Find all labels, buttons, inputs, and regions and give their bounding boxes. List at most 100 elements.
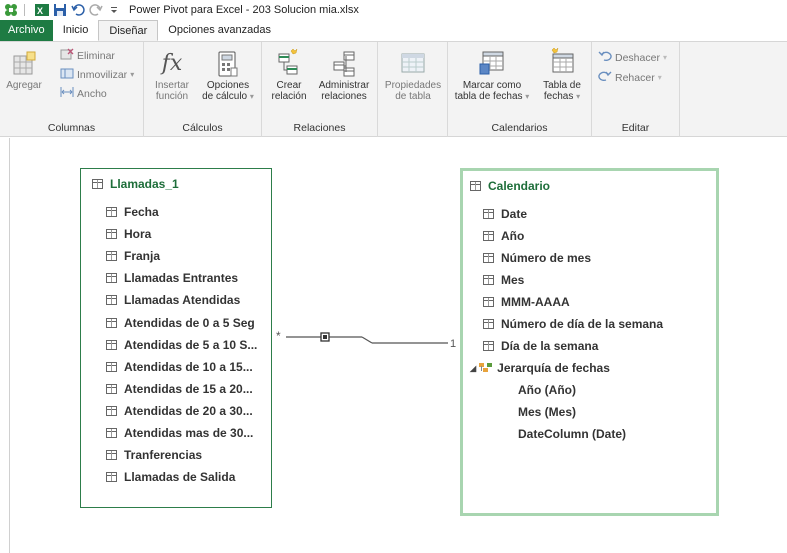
column-icon [483,275,494,285]
insertar-label-1: Insertar [155,80,189,91]
inmovilizar-label: Inmovilizar [77,68,128,81]
opciones-dropdown-icon: ▾ [249,92,254,101]
field-label: Fecha [124,205,159,219]
field-row[interactable]: Llamadas de Salida [106,470,235,484]
hierarchy-level[interactable]: DateColumn (Date) [518,427,626,441]
field-label: Atendidas de 10 a 15... [124,359,253,374]
opciones-calculo-button[interactable]: Opciones de cálculo ▾ [198,50,258,102]
propiedades-label-1: Propiedades [384,80,442,91]
field-row[interactable]: Llamadas Atendidas [106,293,240,307]
hierarchy-level-label: Mes (Mes) [518,405,577,419]
canvas-left-border [9,138,10,553]
hierarchy-level-label: Año (Año) [518,383,576,397]
tab-archivo[interactable]: Archivo [0,20,53,41]
rehacer-button[interactable]: Rehacer ▾ [598,70,662,85]
tab-disenar[interactable]: Diseñar [98,20,159,41]
tabla-fechas-dropdown-icon: ▾ [576,92,581,101]
ancho-button[interactable]: Ancho [60,86,107,101]
inmovilizar-button[interactable]: Inmovilizar ▾ [60,67,134,82]
table-calendario-name: Calendario [488,179,551,193]
ancho-label: Ancho [77,87,107,100]
ribbon: Agregar Eliminar Inmovilizar ▾ Ancho Col… [0,41,787,137]
field-row[interactable]: Número de día de la semana [483,317,663,331]
save-icon[interactable] [53,3,67,17]
column-icon [483,297,494,307]
opciones-label-1: Opciones [206,80,250,91]
marcar-tabla-fechas-button[interactable]: Marcar como tabla de fechas ▾ [452,48,532,102]
column-icon [483,209,494,219]
column-icon [106,405,117,416]
field-label: Mes [501,273,525,287]
opciones-label-2: de cálculo [202,91,248,102]
undo-icon[interactable] [71,3,85,17]
editar-group-label: Editar [621,122,650,134]
deshacer-button[interactable]: Deshacer ▾ [598,50,667,65]
table-calendario-title[interactable]: Calendario [470,179,550,193]
field-row[interactable]: Franja [106,249,160,263]
marcar-label-2: tabla de fechas [454,91,523,102]
table-calendario[interactable]: Calendario Date Año Número de mes Mes MMM-AA… [460,168,719,516]
field-label: Atendidas de 15 a 20... [124,381,253,396]
field-row[interactable]: Año [483,229,524,243]
field-row[interactable]: Atendidas mas de 30... [106,426,253,440]
field-row[interactable]: Fecha [106,205,159,219]
field-row[interactable]: Atendidas de 10 a 15... [106,360,253,374]
field-row[interactable]: Día de la semana [483,339,598,353]
column-icon [106,295,117,306]
column-icon [483,253,494,263]
field-label: Atendidas mas de 30... [124,426,254,440]
hierarchy-level[interactable]: Mes (Mes) [518,405,576,419]
tab-inicio[interactable]: Inicio [53,20,99,41]
relationship-line[interactable]: * 1 [272,328,462,358]
field-label: Atendidas de 0 a 5 Seg [124,315,255,330]
propiedades-tabla-button[interactable]: Propiedades de tabla [382,48,444,102]
agregar-button[interactable]: Agregar [4,50,44,91]
undo-icon [598,50,612,65]
table-icon [92,179,103,189]
rehacer-dropdown-icon: ▾ [657,73,662,82]
field-row[interactable]: Mes [483,273,524,287]
table-llamadas-title[interactable]: Llamadas_1 [92,177,179,191]
field-row[interactable]: Tranferencias [106,448,202,462]
table-llamadas-name: Llamadas_1 [110,177,179,191]
field-row[interactable]: Llamadas Entrantes [106,271,238,285]
column-icon [106,450,117,461]
group-editar: Deshacer ▾ Rehacer ▾ Editar [592,42,680,137]
mark-date-table-icon [479,51,504,75]
crear-relacion-button[interactable]: Crear relación [266,48,312,102]
field-label: Atendidas de 5 a 10 S... [124,337,258,352]
calendarios-group-label: Calendarios [491,122,548,134]
field-row[interactable]: Atendidas de 0 a 5 Seg [106,316,255,330]
field-row[interactable]: Date [483,207,527,221]
ribbon-tabs: Archivo Inicio Diseñar Opciones avanzada… [0,20,787,41]
hierarchy-level[interactable]: Año (Año) [518,383,576,397]
tabla-fechas-button[interactable]: Tabla de fechas ▾ [536,48,588,102]
administrar-relaciones-button[interactable]: Administrar relaciones [312,48,376,102]
tab-opciones-avanzadas[interactable]: Opciones avanzadas [158,20,281,41]
hierarchy-name: Jerarquía de fechas [497,361,610,375]
column-width-icon [60,86,74,101]
field-row[interactable]: MMM-AAAA [483,295,570,309]
freeze-column-icon [60,67,74,82]
collapse-triangle-icon[interactable]: ◢ [470,364,476,373]
field-label: Llamadas de Salida [124,470,236,485]
column-icon [106,472,117,483]
quick-access-dropdown-icon[interactable] [107,3,121,17]
redo-icon[interactable] [89,3,103,17]
window-title: Power Pivot para Excel - 203 Solucion mi… [129,4,359,16]
field-row[interactable]: Atendidas de 20 a 30... [106,404,253,418]
hierarchy-icon [479,362,493,374]
insertar-funcion-button[interactable]: fx Insertar función [150,48,194,102]
hierarchy-row[interactable]: ◢ Jerarquía de fechas [470,361,610,375]
field-row[interactable]: Atendidas de 5 a 10 S... [106,338,257,352]
table-llamadas[interactable]: Llamadas_1 Fecha Hora Franja Llamadas Entra… [80,168,272,508]
column-icon [106,383,117,394]
eliminar-button[interactable]: Eliminar [60,48,115,63]
field-row[interactable]: Hora [106,227,151,241]
field-row[interactable]: Número de mes [483,251,591,265]
excel-icon[interactable]: X [35,3,49,17]
field-label: Franja [124,249,161,264]
marcar-dropdown-icon: ▾ [525,92,530,101]
field-row[interactable]: Atendidas de 15 a 20... [106,382,253,396]
diagram-canvas[interactable]: Llamadas_1 Fecha Hora Franja Llamadas Entra… [0,138,787,553]
